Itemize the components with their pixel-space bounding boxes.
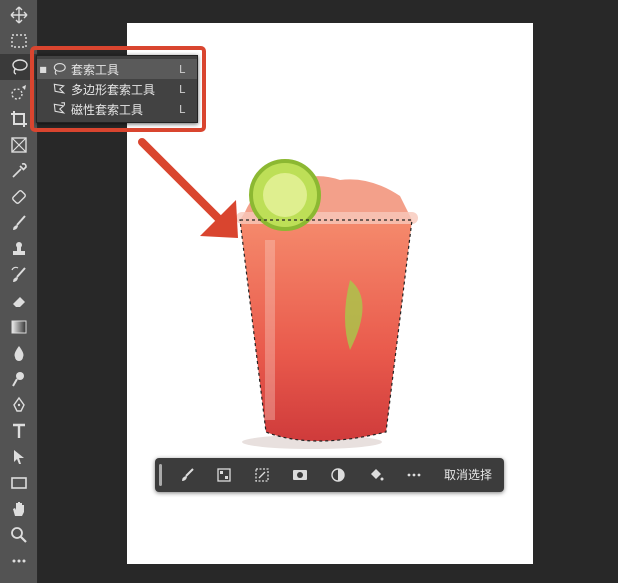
eraser-icon xyxy=(12,297,25,307)
type-icon xyxy=(12,423,25,438)
rectangle-icon xyxy=(10,477,27,489)
hand-icon xyxy=(12,502,24,516)
select-subject-button[interactable] xyxy=(175,463,201,487)
brush-tool[interactable] xyxy=(0,210,37,236)
deselect-button[interactable]: 取消选择 xyxy=(444,466,492,483)
frame-icon xyxy=(10,137,27,153)
gradient-tool[interactable] xyxy=(0,314,37,340)
eyedropper-tool[interactable] xyxy=(0,158,37,184)
blur-tool[interactable] xyxy=(0,340,37,366)
select-mask-icon xyxy=(217,468,231,482)
healing-tool[interactable] xyxy=(0,184,37,210)
eyedropper-icon xyxy=(11,163,27,178)
pen-icon xyxy=(12,396,25,412)
brush-icon xyxy=(12,215,26,230)
stamp-tool[interactable] xyxy=(0,236,37,262)
quick-select-icon xyxy=(10,85,26,100)
zoom-icon xyxy=(10,527,27,543)
select-mask-button[interactable] xyxy=(211,463,237,487)
zoom-tool[interactable] xyxy=(0,522,37,548)
blur-icon xyxy=(14,346,23,361)
history-brush-icon xyxy=(10,266,26,282)
mask-button[interactable] xyxy=(287,463,313,487)
annotation-highlight-box xyxy=(30,46,206,132)
fill-button[interactable] xyxy=(363,463,389,487)
marquee-icon xyxy=(10,34,27,48)
adjustment-icon xyxy=(331,468,345,482)
more-icon xyxy=(407,473,421,477)
annotation-arrow xyxy=(138,138,238,238)
mask-icon xyxy=(293,470,307,480)
dodge-tool[interactable] xyxy=(0,366,37,392)
fill-icon xyxy=(371,469,384,481)
hand-tool[interactable] xyxy=(0,496,37,522)
frame-tool[interactable] xyxy=(0,132,37,158)
path-select-icon xyxy=(13,450,24,464)
crop-icon xyxy=(10,111,27,127)
transform-selection-button[interactable] xyxy=(249,463,275,487)
more-options-button[interactable] xyxy=(401,463,427,487)
select-subject-icon xyxy=(182,468,194,481)
rectangle-tool[interactable] xyxy=(0,470,37,496)
history-brush-tool[interactable] xyxy=(0,262,37,288)
path-select-tool[interactable] xyxy=(0,444,37,470)
dodge-icon xyxy=(11,372,24,387)
healing-icon xyxy=(11,190,26,204)
type-tool[interactable] xyxy=(0,418,37,444)
more-icon xyxy=(12,559,25,563)
drag-handle[interactable] xyxy=(159,464,162,486)
contextual-task-bar: 取消选择 xyxy=(155,458,504,492)
more-tools[interactable] xyxy=(0,548,37,574)
lasso-icon xyxy=(11,59,28,75)
transform-selection-icon xyxy=(255,468,269,482)
adjustment-button[interactable] xyxy=(325,463,351,487)
gradient-icon xyxy=(11,320,26,334)
move-icon xyxy=(10,6,27,24)
pen-tool[interactable] xyxy=(0,392,37,418)
stamp-icon xyxy=(12,242,25,255)
eraser-tool[interactable] xyxy=(0,288,37,314)
move-tool[interactable] xyxy=(0,2,37,28)
